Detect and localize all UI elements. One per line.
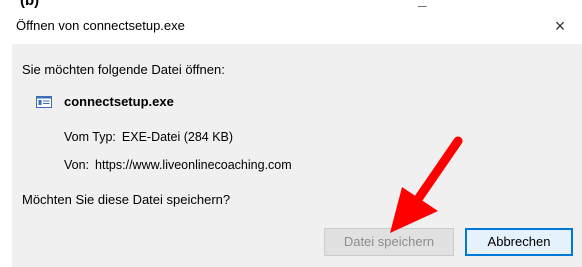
save-file-button[interactable]: Datei speichern xyxy=(324,228,454,256)
dialog-titlebar: Öffnen von connectsetup.exe × xyxy=(0,8,582,44)
file-name: connectsetup.exe xyxy=(64,94,174,109)
save-question: Möchten Sie diese Datei speichern? xyxy=(22,192,231,207)
file-source-line: Von: https://www.liveonlinecoaching.com xyxy=(64,158,292,172)
file-type-value: EXE-Datei (284 KB) xyxy=(121,130,234,144)
file-source-value: https://www.liveonlinecoaching.com xyxy=(95,158,292,172)
cropped-label-left: (b) xyxy=(20,0,39,8)
file-type-label: Vom Typ: xyxy=(64,130,116,144)
exe-file-icon xyxy=(36,96,52,108)
cropped-top-strip: (b) _ xyxy=(0,0,582,8)
file-source-label: Von: xyxy=(64,158,90,172)
screenshot: (b) _ Öffnen von connectsetup.exe × Sie … xyxy=(0,0,582,267)
dialog-body: Sie möchten folgende Datei öffnen: conne… xyxy=(12,44,582,267)
dialog-title: Öffnen von connectsetup.exe xyxy=(16,18,185,33)
open-prompt: Sie möchten folgende Datei öffnen: xyxy=(22,62,225,77)
file-type-line: Vom Typ: EXE-Datei (284 KB) xyxy=(64,130,233,144)
cropped-label-right: _ xyxy=(418,0,426,8)
cancel-button[interactable]: Abbrechen xyxy=(465,228,573,256)
close-icon[interactable]: × xyxy=(548,16,572,36)
